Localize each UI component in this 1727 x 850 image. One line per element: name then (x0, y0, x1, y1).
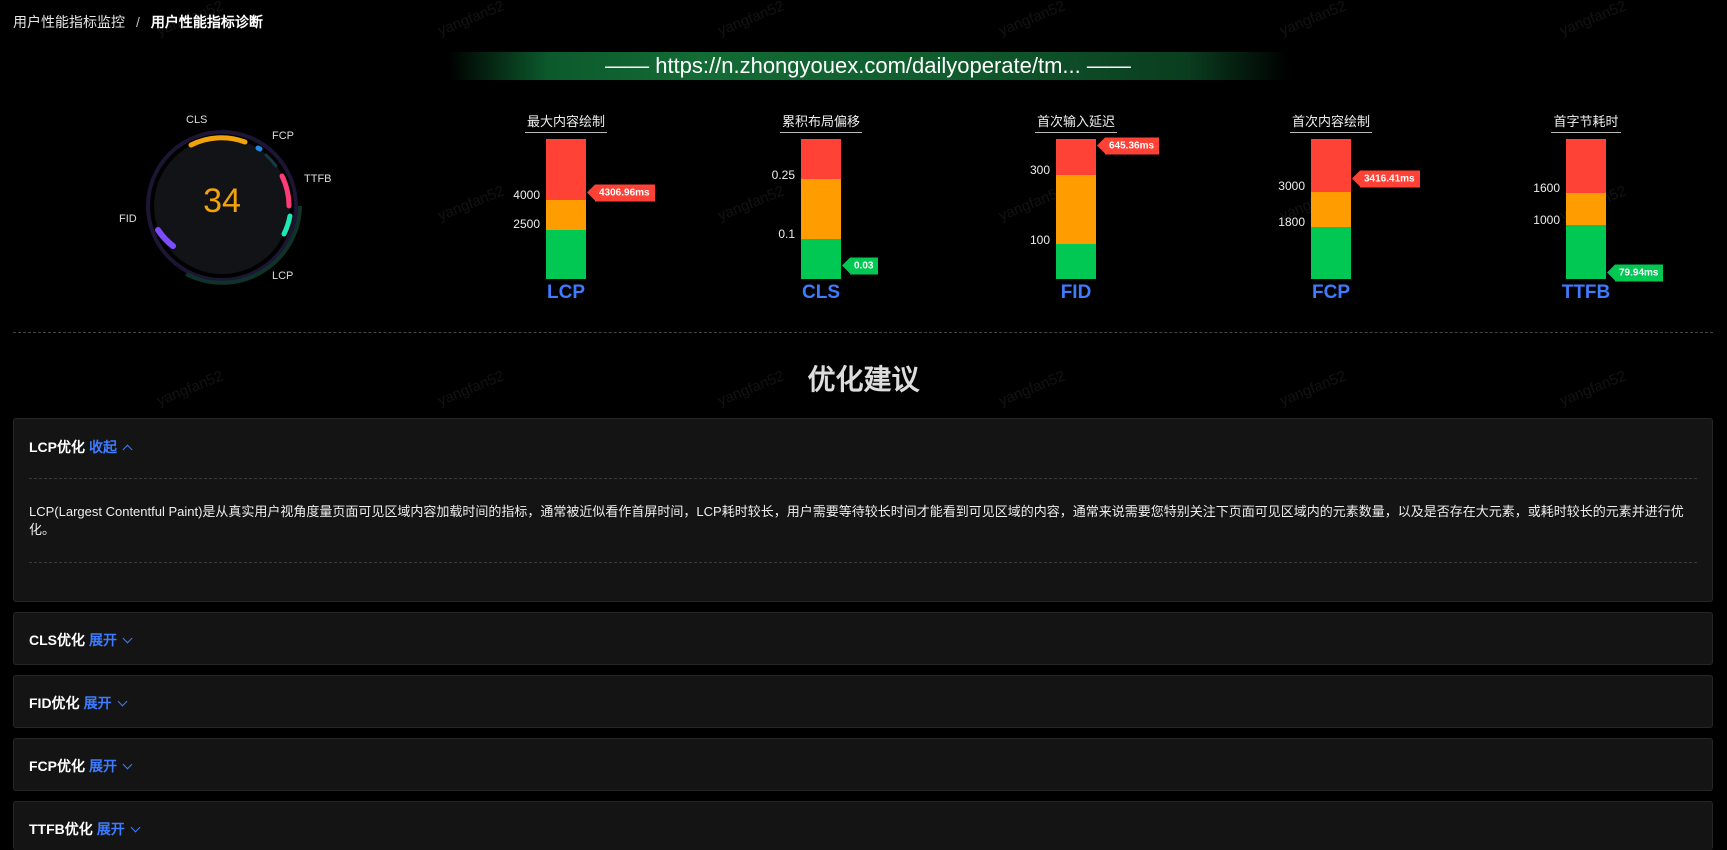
watermark-text: yangfan52 (1557, 0, 1629, 40)
bar-segment-poor (801, 139, 841, 179)
threshold-tick-poor: 300 (1029, 163, 1050, 177)
section-title: 优化建议 (807, 364, 920, 395)
bar-segment-needs-improvement (1056, 175, 1096, 244)
threshold-tick-good: 100 (1029, 233, 1050, 247)
metric-name: FID (1060, 282, 1092, 303)
metric-name: LCP (547, 282, 585, 303)
panel-header[interactable]: FCP优化 展开 (29, 756, 133, 776)
gauge-label-ttfb: TTFB (304, 173, 332, 185)
panel-header[interactable]: LCP优化 收起 (29, 437, 133, 457)
watermark-text: yangfan52 (435, 0, 507, 40)
chevron-down-icon[interactable] (117, 696, 128, 707)
gauge-arc-fcp (255, 145, 263, 152)
breadcrumb-separator: / (136, 14, 140, 30)
panel-ttfb: TTFB优化 展开 (13, 801, 1713, 850)
threshold-bar (1311, 139, 1351, 279)
gauge-label-cls: CLS (186, 114, 208, 126)
metric-value-tag: 645.36ms (1096, 137, 1160, 155)
breadcrumb-parent-link[interactable]: 用户性能指标监控 (13, 14, 125, 30)
metric-lcp: 最大内容绘制 4000 2500 4306.96ms LCP (461, 108, 671, 308)
chevron-down-icon[interactable] (122, 633, 133, 644)
bar-segment-needs-improvement (1566, 193, 1606, 225)
chevron-up-icon[interactable] (122, 444, 133, 455)
gauge-label-lcp: LCP (272, 270, 294, 282)
panel-header[interactable]: TTFB优化 展开 (29, 819, 141, 839)
chevron-down-icon[interactable] (130, 822, 141, 833)
threshold-tick-poor: 0.25 (771, 168, 795, 182)
panel-header[interactable]: FID优化 展开 (29, 693, 128, 713)
breadcrumb: 用户性能指标监控 / 用户性能指标诊断 (13, 12, 263, 32)
threshold-tick-good: 1000 (1533, 213, 1560, 227)
gauge-score: 34 (203, 182, 241, 220)
bar-segment-poor (1566, 139, 1606, 193)
panel-divider (29, 562, 1697, 563)
panel-fid: FID优化 展开 (13, 675, 1713, 728)
panel-title: FCP优化 (29, 758, 85, 774)
gauge-label-fcp: FCP (272, 130, 294, 142)
bar-segment-poor (546, 139, 586, 200)
bar-segment-needs-improvement (801, 179, 841, 239)
panel-lcp: LCP优化 收起 LCP(Largest Contentful Paint)是从真… (13, 418, 1713, 602)
panel-toggle[interactable]: 收起 (89, 439, 117, 455)
threshold-tick-poor: 3000 (1278, 179, 1305, 193)
threshold-tick-poor: 4000 (513, 188, 540, 202)
metric-ttfb: 首字节耗时 1600 1000 79.94ms TTFB (1481, 108, 1691, 308)
watermark-text: yangfan52 (1277, 0, 1349, 40)
bar-segment-good (801, 239, 841, 279)
threshold-tick-good: 2500 (513, 217, 540, 231)
threshold-tick-good: 1800 (1278, 215, 1305, 229)
metric-title: 首次内容绘制 (1289, 111, 1372, 133)
page-url-banner: —— https://n.zhongyouex.com/dailyoperate… (448, 52, 1288, 80)
threshold-tick-good: 0.1 (778, 227, 795, 241)
metric-name: CLS (802, 282, 840, 303)
metric-name: TTFB (1561, 282, 1611, 303)
breadcrumb-current: 用户性能指标诊断 (150, 14, 263, 30)
bar-segment-good (1566, 225, 1606, 279)
panel-toggle[interactable]: 展开 (97, 821, 125, 837)
metric-fid: 首次输入延迟 300 100 645.36ms FID (971, 108, 1181, 308)
panel-toggle[interactable]: 展开 (84, 695, 112, 711)
section-divider (13, 332, 1713, 333)
panel-toggle[interactable]: 展开 (89, 758, 117, 774)
bar-segment-poor (1056, 139, 1096, 175)
panel-title: CLS优化 (29, 632, 85, 648)
threshold-bar (546, 139, 586, 279)
bar-segment-good (1056, 244, 1096, 279)
panel-body: LCP(Largest Contentful Paint)是从真实用户视角度量页… (29, 504, 1684, 537)
metric-title: 首字节耗时 (1551, 111, 1621, 133)
panel-title: LCP优化 (29, 439, 85, 455)
panel-divider (29, 478, 1697, 479)
metric-value-tag: 79.94ms (1606, 264, 1664, 282)
metric-cls: 累积布局偏移 0.25 0.1 0.03 CLS (716, 108, 926, 308)
threshold-bar (801, 139, 841, 279)
threshold-bar (1056, 139, 1096, 279)
watermark-text: yangfan52 (715, 0, 787, 40)
bar-segment-good (546, 230, 586, 279)
metric-fcp: 首次内容绘制 3000 1800 3416.41ms FCP (1226, 108, 1436, 308)
metric-value-tag: 4306.96ms (587, 184, 655, 202)
panel-header[interactable]: CLS优化 展开 (29, 630, 133, 650)
threshold-tick-poor: 1600 (1533, 181, 1560, 195)
metric-title: 首次输入延迟 (1034, 111, 1117, 133)
gauge-label-fid: FID (119, 213, 137, 225)
metric-name: FCP (1312, 282, 1350, 303)
bar-segment-poor (1311, 139, 1351, 192)
bar-segment-good (1311, 227, 1351, 279)
threshold-bar (1566, 139, 1606, 279)
watermark-text: yangfan52 (996, 0, 1068, 40)
panel-title: TTFB优化 (29, 821, 93, 837)
metric-value-tag: 0.03 (841, 257, 879, 275)
chevron-down-icon[interactable] (122, 759, 133, 770)
panel-toggle[interactable]: 展开 (89, 632, 117, 648)
metric-value-tag: 3416.41ms (1352, 170, 1420, 188)
panel-fcp: FCP优化 展开 (13, 738, 1713, 791)
panel-cls: CLS优化 展开 (13, 612, 1713, 665)
bar-segment-needs-improvement (546, 200, 586, 230)
metric-title: 累积布局偏移 (779, 111, 862, 133)
metric-title: 最大内容绘制 (524, 111, 607, 133)
bar-segment-needs-improvement (1311, 192, 1351, 227)
panel-title: FID优化 (29, 695, 80, 711)
